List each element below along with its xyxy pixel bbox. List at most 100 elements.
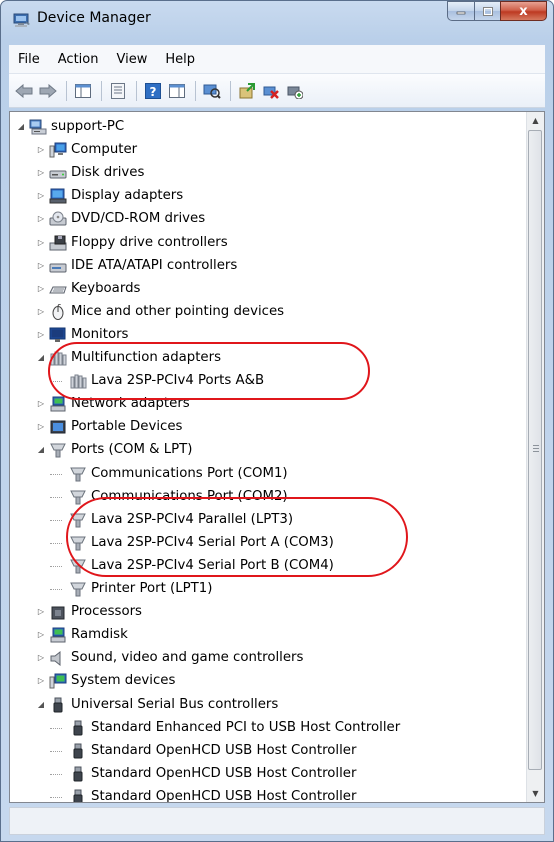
ramdisk-icon xyxy=(50,627,66,643)
tree-item-label: Standard OpenHCD USB Host Controller xyxy=(91,742,357,758)
svg-text:?: ? xyxy=(150,85,157,99)
show-hide-console-tree-button[interactable] xyxy=(72,80,94,102)
enable-device-button[interactable] xyxy=(284,80,306,102)
menu-view[interactable]: View xyxy=(107,52,156,67)
scan-hardware-button[interactable] xyxy=(201,80,223,102)
uninstall-device-icon xyxy=(263,86,279,99)
back-button[interactable] xyxy=(13,80,35,102)
expand-arrow-icon[interactable]: ▷ xyxy=(36,647,46,669)
menu-help[interactable]: Help xyxy=(156,52,204,67)
vertical-scrollbar[interactable]: ▲ ▼ xyxy=(526,112,544,802)
tree-item-label: Monitors xyxy=(71,326,129,342)
collapse-arrow-icon[interactable]: ◢ xyxy=(36,347,46,369)
tree-connector-line xyxy=(50,381,62,383)
scrollbar-grip xyxy=(533,448,539,449)
port-icon xyxy=(50,443,66,458)
forward-button[interactable] xyxy=(37,80,59,102)
minimize-icon xyxy=(456,11,466,15)
minimize-button[interactable] xyxy=(447,1,474,21)
menu-label: Action xyxy=(57,51,99,67)
properties-button[interactable] xyxy=(107,80,129,102)
tree-item-label: Ports (COM & LPT) xyxy=(71,442,193,458)
scrollbar-thumb[interactable] xyxy=(528,130,542,770)
maximize-icon xyxy=(482,6,493,16)
expand-arrow-icon[interactable]: ▷ xyxy=(36,139,46,161)
collapse-arrow-icon[interactable]: ◢ xyxy=(16,116,26,138)
processor-icon xyxy=(51,606,65,620)
properties-icon xyxy=(111,82,125,99)
expand-arrow-icon[interactable]: ▷ xyxy=(36,324,46,346)
help-icon: ? xyxy=(145,82,161,99)
tree-item-label: Portable Devices xyxy=(71,419,183,435)
usb-icon xyxy=(73,766,83,782)
close-button[interactable]: x xyxy=(500,1,547,21)
forward-arrow-icon xyxy=(39,83,57,98)
tree-item-label: Mice and other pointing devices xyxy=(71,303,285,319)
tree-item-label: Printer Port (LPT1) xyxy=(91,581,213,596)
tree-item-label: Ramdisk xyxy=(71,627,128,643)
port-icon xyxy=(70,582,86,597)
toolbar-separator xyxy=(195,80,196,101)
expand-arrow-icon[interactable]: ▷ xyxy=(36,185,46,207)
help-button[interactable]: ? xyxy=(142,80,164,102)
tree-connector-line xyxy=(50,565,62,567)
toolbar-separator xyxy=(66,80,67,101)
show-hide-console-tree-icon xyxy=(75,83,91,98)
port-icon xyxy=(70,513,86,528)
window-controls: x xyxy=(447,1,547,21)
expand-arrow-icon[interactable]: ▷ xyxy=(36,393,46,415)
maximize-button[interactable] xyxy=(474,1,500,21)
tree-item-label: Standard OpenHCD USB Host Controller xyxy=(91,765,357,781)
expand-arrow-icon[interactable]: ▷ xyxy=(36,208,46,230)
close-icon: x xyxy=(519,3,528,19)
update-driver-button[interactable] xyxy=(236,80,258,102)
tree-item-label: Disk drives xyxy=(71,165,145,181)
tree-connector-line xyxy=(50,496,62,498)
menu-label: File xyxy=(18,51,40,67)
menu-file[interactable]: File xyxy=(9,52,49,67)
expand-arrow-icon[interactable]: ▷ xyxy=(36,601,46,623)
usb-icon xyxy=(73,720,83,736)
tree-item-label: Standard OpenHCD USB Host Controller xyxy=(91,788,357,803)
expand-arrow-icon[interactable]: ▷ xyxy=(36,301,46,323)
status-bar xyxy=(9,807,545,835)
toolbar-separator xyxy=(230,80,231,101)
action-pane-button[interactable] xyxy=(166,80,188,102)
expand-arrow-icon[interactable]: ▷ xyxy=(36,670,46,692)
device-manager-window: Device Manager x File Action View Help ?… xyxy=(0,0,554,842)
multifunction-adapter-icon xyxy=(50,351,67,366)
tree-item-label: Standard Enhanced PCI to USB Host Contro… xyxy=(91,719,401,735)
window-title: Device Manager xyxy=(37,10,151,26)
tree-item-label: Communications Port (COM2) xyxy=(91,488,288,504)
usb-icon xyxy=(73,789,83,802)
tree-item-label: Keyboards xyxy=(71,280,141,296)
device-manager-app-icon xyxy=(13,13,30,27)
expand-arrow-icon[interactable]: ▷ xyxy=(36,232,46,254)
usb-icon xyxy=(53,697,63,712)
tree-item-label: Multifunction adapters xyxy=(71,350,222,365)
scroll-down-button[interactable]: ▼ xyxy=(527,785,544,802)
expand-arrow-icon[interactable]: ▷ xyxy=(36,278,46,300)
scrollbar-grip xyxy=(533,451,539,452)
menu-action[interactable]: Action xyxy=(49,52,108,67)
scroll-up-button[interactable]: ▲ xyxy=(527,112,544,129)
expand-arrow-icon[interactable]: ▷ xyxy=(36,624,46,646)
scan-hardware-icon xyxy=(203,84,221,99)
disk-drive-icon xyxy=(49,170,67,179)
system-device-icon xyxy=(49,673,67,689)
tree-connector-line xyxy=(50,519,62,521)
tree-item-label: Network adapters xyxy=(71,396,190,412)
title-bar[interactable]: Device Manager x xyxy=(1,1,553,39)
expand-arrow-icon[interactable]: ▷ xyxy=(36,416,46,438)
expand-arrow-icon[interactable]: ▷ xyxy=(36,162,46,184)
device-tree[interactable]: ◢ support-PC ▷ Computer ▷ Disk drives ▷ Display… xyxy=(9,111,545,803)
tree-item-label: Lava 2SP-PCIv4 Parallel (LPT3) xyxy=(91,511,294,527)
collapse-arrow-icon[interactable]: ◢ xyxy=(36,694,46,716)
monitor-icon xyxy=(49,327,66,342)
collapse-arrow-icon[interactable]: ◢ xyxy=(36,439,46,461)
uninstall-device-button[interactable] xyxy=(260,80,282,102)
tree-connector-line xyxy=(50,473,62,475)
expand-arrow-icon[interactable]: ▷ xyxy=(36,255,46,277)
dvd-drive-icon xyxy=(49,211,67,226)
menu-bar: File Action View Help xyxy=(9,45,545,74)
